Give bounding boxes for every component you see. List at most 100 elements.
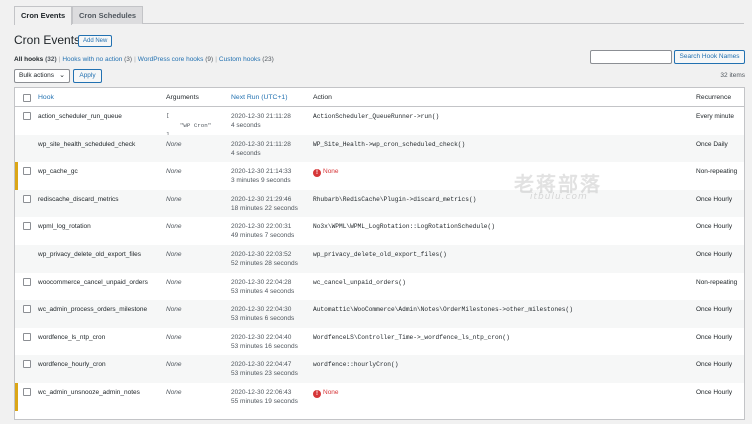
row-checkbox[interactable]	[23, 360, 31, 369]
row-checkbox[interactable]	[23, 387, 31, 396]
next-run-relative: 4 seconds	[231, 149, 261, 157]
next-run-datetime: 2020-12-30 21:14:33	[231, 168, 292, 176]
bulk-actions-select[interactable]: Bulk actions ⌄	[14, 69, 70, 83]
hook-name[interactable]: woocommerce_cancel_unpaid_orders	[38, 278, 148, 287]
row-checkbox[interactable]	[23, 305, 31, 314]
recurrence: Once Hourly	[696, 333, 733, 341]
select-all-checkbox[interactable]	[23, 94, 31, 102]
row-checkbox[interactable]	[23, 277, 31, 286]
hook-arguments: None	[166, 168, 182, 176]
next-run-datetime: 2020-12-30 22:04:40	[231, 333, 292, 341]
next-run-datetime: 2020-12-30 21:11:28	[231, 113, 291, 120]
hook-action: wp_privacy_delete_old_export_files()	[313, 250, 447, 258]
next-run-datetime: 2020-12-30 22:04:30	[231, 306, 292, 314]
column-hook[interactable]: Hook	[38, 94, 54, 101]
page-title: Cron Events	[14, 33, 81, 47]
table-row: wpml_log_rotation None 2020-12-30 22:00:31…	[15, 217, 744, 245]
recurrence: Once Hourly	[696, 306, 733, 314]
warning-icon: !	[313, 389, 321, 398]
items-count: 32 items	[720, 72, 745, 79]
next-run-relative: 53 minutes 4 seconds	[231, 287, 295, 295]
next-run-relative: 49 minutes 7 seconds	[231, 232, 295, 240]
table-row: wordfence_hourly_cron None 2020-12-30 22:0…	[15, 355, 744, 383]
hook-name[interactable]: rediscache_discard_metrics	[38, 195, 119, 204]
next-run-relative: 53 minutes 16 seconds	[231, 342, 298, 350]
next-run: 2020-12-30 22:06:43 55 minutes 19 seconds	[231, 388, 298, 406]
tab-bar: Cron Events Cron Schedules	[14, 6, 744, 25]
recurrence: Non-repeating	[696, 168, 738, 176]
next-run: 2020-12-30 22:04:28 53 minutes 4 seconds	[231, 278, 294, 296]
next-run: 2020-12-30 21:11:28 4 seconds	[231, 140, 291, 158]
hook-arguments: None	[166, 140, 182, 148]
recurrence: Once Hourly	[696, 195, 733, 203]
filter-all-hooks[interactable]: All hooks (32)	[14, 56, 57, 63]
tab-cron-events[interactable]: Cron Events	[14, 6, 73, 25]
next-run: 2020-12-30 22:03:52 52 minutes 28 seconds	[231, 250, 298, 268]
next-run-relative: 18 minutes 22 seconds	[231, 204, 298, 212]
row-checkbox[interactable]	[23, 194, 31, 203]
search-hook-names-button[interactable]: Search Hook Names	[674, 50, 745, 64]
row-checkbox[interactable]	[23, 222, 31, 231]
bulk-actions-value: Bulk actions	[19, 72, 55, 79]
hook-action: WordfenceLS\Controller_Time->_wordfence_…	[313, 333, 510, 341]
next-run-datetime: 2020-12-30 22:06:43	[231, 388, 292, 396]
hook-action: Rhubarb\RedisCache\Plugin->discard_metri…	[313, 195, 477, 203]
hook-name[interactable]: wordfence_hourly_cron	[38, 360, 106, 369]
hook-action: WP_Site_Health->wp_cron_scheduled_check(…	[313, 140, 466, 148]
row-checkbox[interactable]	[23, 332, 31, 341]
next-run: 2020-12-30 21:11:28 4 seconds	[231, 112, 291, 130]
next-run-datetime: 2020-12-30 21:11:28	[231, 140, 291, 148]
search-input[interactable]	[590, 50, 672, 64]
next-run-datetime: 2020-12-30 22:04:28	[231, 278, 292, 286]
action-none-label: None	[323, 388, 339, 396]
table-row: wp_cache_gc None 2020-12-30 21:14:33 3 minu…	[15, 162, 744, 190]
table-row: rediscache_discard_metrics None 2020-12-30…	[15, 189, 744, 218]
hook-name[interactable]: wordfence_ls_ntp_cron	[38, 333, 105, 342]
table-row: wc_admin_unsnooze_admin_notes None 2020-12…	[15, 383, 744, 411]
table-row: wc_admin_process_orders_milestone None 202…	[15, 300, 744, 328]
row-checkbox[interactable]	[23, 167, 31, 176]
recurrence: Once Hourly	[696, 223, 733, 231]
recurrence: Once Hourly	[696, 361, 733, 369]
table-row: woocommerce_cancel_unpaid_orders None 2020…	[15, 273, 744, 301]
hook-name[interactable]: wpml_log_rotation	[38, 222, 91, 231]
hook-action: ! None	[313, 388, 339, 398]
next-run-datetime: 2020-12-30 22:00:31	[231, 223, 292, 231]
column-next-run[interactable]: Next Run (UTC+1)	[231, 94, 287, 101]
hook-arguments: None	[166, 195, 182, 203]
recurrence: Once Hourly	[696, 388, 733, 396]
hook-name[interactable]: wp_cache_gc	[38, 167, 78, 176]
filter-core-hooks[interactable]: WordPress core hooks (9)	[138, 56, 213, 63]
recurrence: Once Hourly	[696, 250, 733, 258]
row-checkbox[interactable]	[23, 112, 31, 120]
next-run-relative: 55 minutes 19 seconds	[231, 397, 298, 405]
next-run-datetime: 2020-12-30 21:29:46	[231, 195, 292, 203]
hook-name[interactable]: wp_privacy_delete_old_export_files	[38, 250, 141, 259]
hook-arguments: None	[166, 333, 182, 341]
hook-name[interactable]: wc_admin_unsnooze_admin_notes	[38, 388, 140, 397]
add-new-button[interactable]: Add New	[78, 35, 113, 47]
warning-icon: !	[313, 169, 321, 178]
filter-no-action[interactable]: Hooks with no action (3)	[62, 56, 132, 63]
apply-button[interactable]: Apply	[73, 69, 102, 83]
next-run: 2020-12-30 22:04:47 53 minutes 23 seconds	[231, 360, 298, 378]
hook-name[interactable]: action_scheduler_run_queue	[38, 112, 122, 121]
hook-arguments: None	[166, 361, 182, 369]
recurrence: Non-repeating	[696, 278, 738, 286]
next-run: 2020-12-30 21:29:46 18 minutes 22 seconds	[231, 195, 298, 213]
filter-custom-hooks[interactable]: Custom hooks (23)	[219, 56, 274, 63]
hook-name[interactable]: wc_admin_process_orders_milestone	[38, 305, 147, 314]
hook-arguments: None	[166, 388, 182, 396]
next-run-relative: 4 seconds	[231, 122, 261, 129]
cron-events-table: Hook Arguments Next Run (UTC+1) Action R…	[14, 87, 745, 420]
hook-action: ActionScheduler_QueueRunner->run()	[313, 113, 440, 120]
chevron-down-icon: ⌄	[59, 72, 65, 79]
tab-cron-schedules[interactable]: Cron Schedules	[72, 6, 144, 24]
hook-filter-links: All hooks (32) | Hooks with no action (3) |…	[14, 56, 274, 63]
recurrence: Once Daily	[696, 140, 728, 148]
next-run: 2020-12-30 22:04:30 53 minutes 6 seconds	[231, 305, 294, 323]
next-run-relative: 52 minutes 28 seconds	[231, 259, 298, 267]
hook-name[interactable]: wp_site_health_scheduled_check	[38, 140, 135, 149]
table-row: wp_privacy_delete_old_export_files None 20…	[15, 244, 744, 273]
next-run-relative: 53 minutes 23 seconds	[231, 370, 298, 378]
